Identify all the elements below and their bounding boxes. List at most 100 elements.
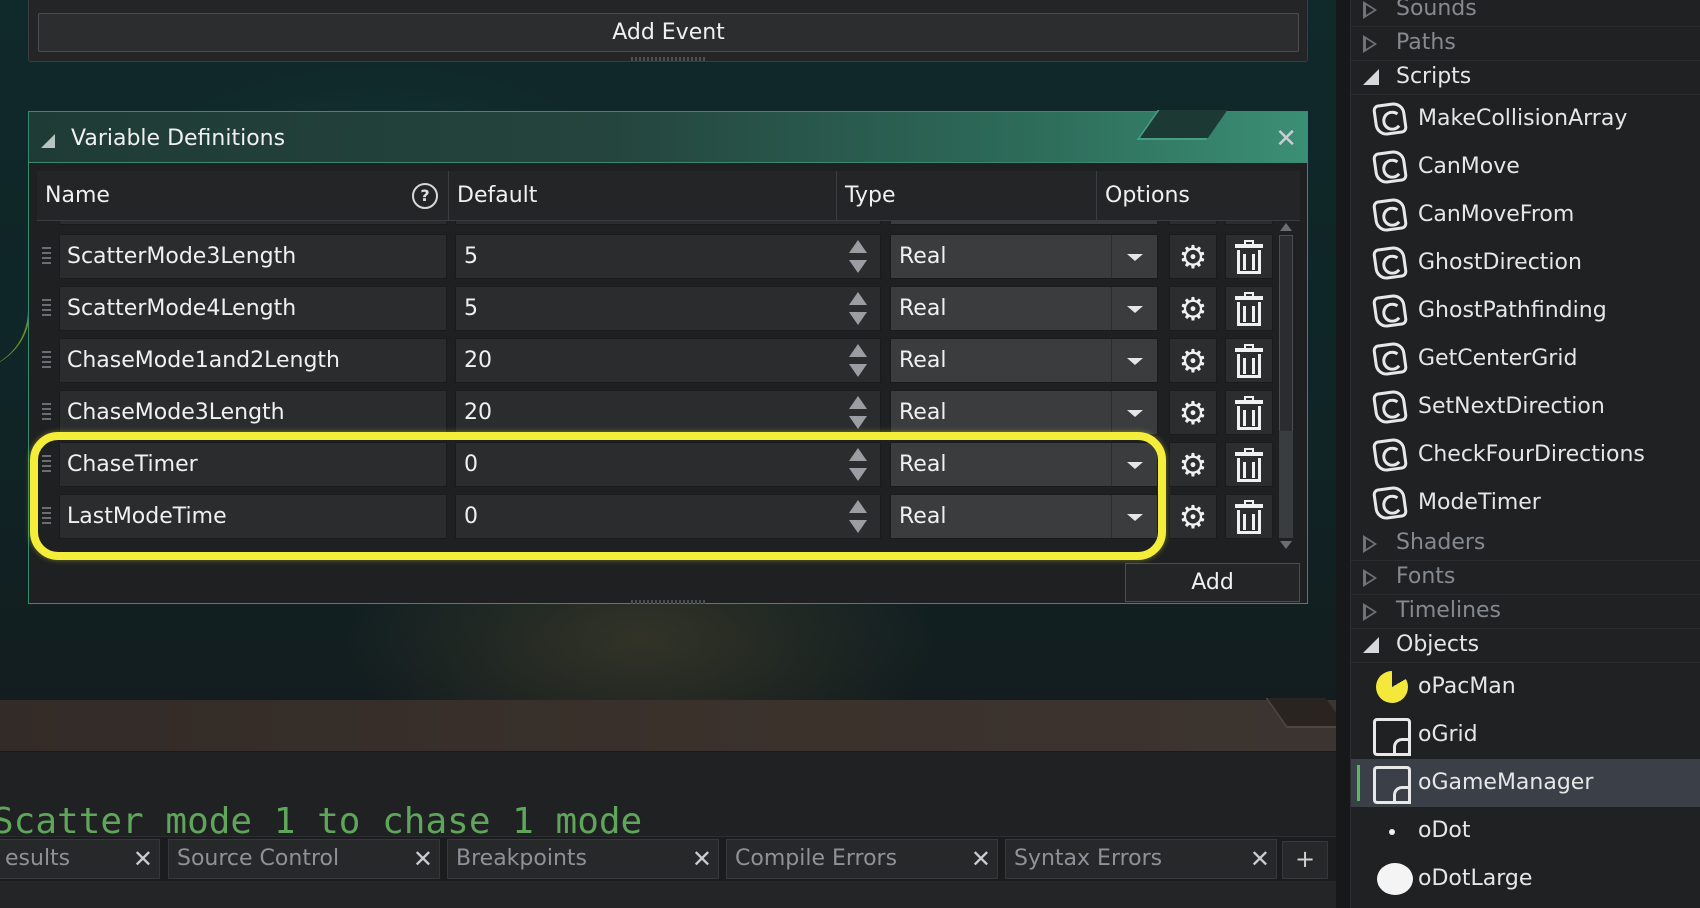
folder-objects[interactable]: Objects [1351, 629, 1700, 663]
variable-settings-button[interactable]: ⚙ [1169, 390, 1217, 435]
close-icon[interactable]: ✕ [133, 840, 153, 878]
variable-type-select[interactable]: Real [890, 494, 1158, 539]
delete-variable-button[interactable] [1225, 221, 1273, 225]
expand-icon[interactable] [1363, 535, 1377, 553]
code-editor[interactable]: Scatter mode 1 to chase 1 mode [0, 752, 1336, 836]
scroll-down-arrow-icon[interactable] [1280, 541, 1292, 549]
scroll-thumb[interactable] [1279, 431, 1293, 538]
close-icon[interactable]: ✕ [1275, 126, 1297, 152]
folder-timelines[interactable]: Timelines [1351, 595, 1700, 629]
variable-settings-button[interactable]: ⚙ [1169, 494, 1217, 539]
tab-source-control[interactable]: Source Control ✕ [168, 839, 440, 879]
folder-sounds[interactable]: Sounds [1351, 0, 1700, 27]
spinner-icon[interactable] [845, 237, 871, 277]
collapse-icon[interactable] [1363, 637, 1379, 653]
spinner-icon[interactable] [845, 341, 871, 381]
delete-variable-button[interactable] [1225, 286, 1273, 331]
tree-item-script[interactable]: CanMoveFrom [1351, 191, 1700, 239]
collapse-icon[interactable] [1363, 69, 1379, 85]
variable-default-field[interactable]: 0 [455, 442, 881, 487]
tree-item-object[interactable]: oPacMan [1351, 663, 1700, 711]
spinner-icon[interactable] [845, 497, 871, 537]
drag-handle-icon[interactable] [42, 247, 51, 267]
chevron-down-icon[interactable] [1111, 339, 1157, 382]
delete-variable-button[interactable] [1225, 338, 1273, 383]
tree-item-object[interactable]: oDot [1351, 807, 1700, 855]
variable-type-select[interactable] [890, 221, 1158, 225]
expand-icon[interactable] [1363, 569, 1377, 587]
variable-settings-button[interactable]: ⚙ [1169, 338, 1217, 383]
variable-type-select[interactable]: Real [890, 338, 1158, 383]
variable-name-field[interactable]: ScatterMode4Length [59, 286, 447, 331]
delete-variable-button[interactable] [1225, 234, 1273, 279]
close-icon[interactable]: ✕ [971, 840, 991, 878]
variable-settings-button[interactable]: ⚙ [1169, 442, 1217, 487]
tree-item-object[interactable]: oGrid [1351, 711, 1700, 759]
tree-item-script[interactable]: SetNextDirection [1351, 383, 1700, 431]
tab-search-results[interactable]: esults ✕ [0, 839, 160, 879]
tree-item-script[interactable]: GhostDirection [1351, 239, 1700, 287]
drag-handle-icon[interactable] [42, 299, 51, 319]
table-scrollbar[interactable] [1277, 221, 1295, 551]
tab-syntax-errors[interactable]: Syntax Errors ✕ [1005, 839, 1277, 879]
close-icon[interactable]: ✕ [1250, 840, 1270, 878]
expand-icon[interactable] [1363, 35, 1377, 53]
resize-grip[interactable] [631, 57, 707, 61]
chevron-down-icon[interactable] [1111, 287, 1157, 330]
add-variable-button[interactable]: Add [1125, 563, 1300, 602]
add-event-button[interactable]: Add Event [38, 13, 1299, 52]
variable-name-field[interactable]: ChaseTimer [59, 442, 447, 487]
variable-type-select[interactable]: Real [890, 286, 1158, 331]
close-icon[interactable]: ✕ [692, 840, 712, 878]
variable-name-field[interactable]: ChaseMode3Length [59, 390, 447, 435]
tree-item-script[interactable]: ModeTimer [1351, 479, 1700, 527]
tree-item-script[interactable]: CheckFourDirections [1351, 431, 1700, 479]
variable-name-field[interactable]: LastModeTime [59, 494, 447, 539]
spinner-icon[interactable] [845, 445, 871, 485]
tree-splitter[interactable] [1336, 0, 1350, 908]
variable-default-field[interactable]: 5 [455, 234, 881, 279]
tree-item-object[interactable]: oDotLarge [1351, 855, 1700, 903]
delete-variable-button[interactable] [1225, 442, 1273, 487]
variable-settings-button[interactable] [1169, 221, 1217, 225]
chevron-down-icon[interactable] [1111, 391, 1157, 434]
tree-item-script[interactable]: MakeCollisionArray [1351, 95, 1700, 143]
drag-handle-icon[interactable] [42, 507, 51, 527]
tree-item-script[interactable]: GetCenterGrid [1351, 335, 1700, 383]
delete-variable-button[interactable] [1225, 390, 1273, 435]
variable-default-field[interactable]: 20 [455, 390, 881, 435]
spinner-icon[interactable] [845, 289, 871, 329]
variable-name-field[interactable]: ChaseMode1and2Length [59, 338, 447, 383]
chevron-down-icon[interactable] [1111, 235, 1157, 278]
chevron-down-icon[interactable] [1111, 495, 1157, 538]
help-icon[interactable]: ? [412, 183, 438, 209]
collapse-icon[interactable] [41, 134, 55, 148]
tree-item-script[interactable]: CanMove [1351, 143, 1700, 191]
variable-settings-button[interactable]: ⚙ [1169, 286, 1217, 331]
variable-default-field[interactable]: 20 [455, 338, 881, 383]
window-titlebar[interactable]: Variable Definitions ✕ [28, 110, 1308, 163]
variable-default-field[interactable]: 5 [455, 286, 881, 331]
variable-default-field[interactable]: 0 [455, 494, 881, 539]
add-tab-button[interactable]: + [1282, 841, 1328, 879]
expand-icon[interactable] [1363, 603, 1377, 621]
chevron-down-icon[interactable] [1111, 443, 1157, 486]
variable-default-field[interactable] [455, 221, 881, 225]
drag-handle-icon[interactable] [42, 455, 51, 475]
tree-item-script[interactable]: GhostPathfinding [1351, 287, 1700, 335]
folder-shaders[interactable]: Shaders [1351, 527, 1700, 561]
delete-variable-button[interactable] [1225, 494, 1273, 539]
variable-type-select[interactable]: Real [890, 442, 1158, 487]
resize-grip[interactable] [631, 600, 707, 604]
tab-breakpoints[interactable]: Breakpoints ✕ [447, 839, 719, 879]
tab-compile-errors[interactable]: Compile Errors ✕ [726, 839, 998, 879]
tree-item-object-selected[interactable]: oGameManager [1351, 759, 1700, 807]
variable-name-field[interactable] [59, 221, 447, 225]
folder-scripts[interactable]: Scripts [1351, 61, 1700, 95]
variable-settings-button[interactable]: ⚙ [1169, 234, 1217, 279]
drag-handle-icon[interactable] [42, 403, 51, 423]
variable-type-select[interactable]: Real [890, 390, 1158, 435]
folder-fonts[interactable]: Fonts [1351, 561, 1700, 595]
folder-paths[interactable]: Paths [1351, 27, 1700, 61]
spinner-icon[interactable] [845, 393, 871, 433]
